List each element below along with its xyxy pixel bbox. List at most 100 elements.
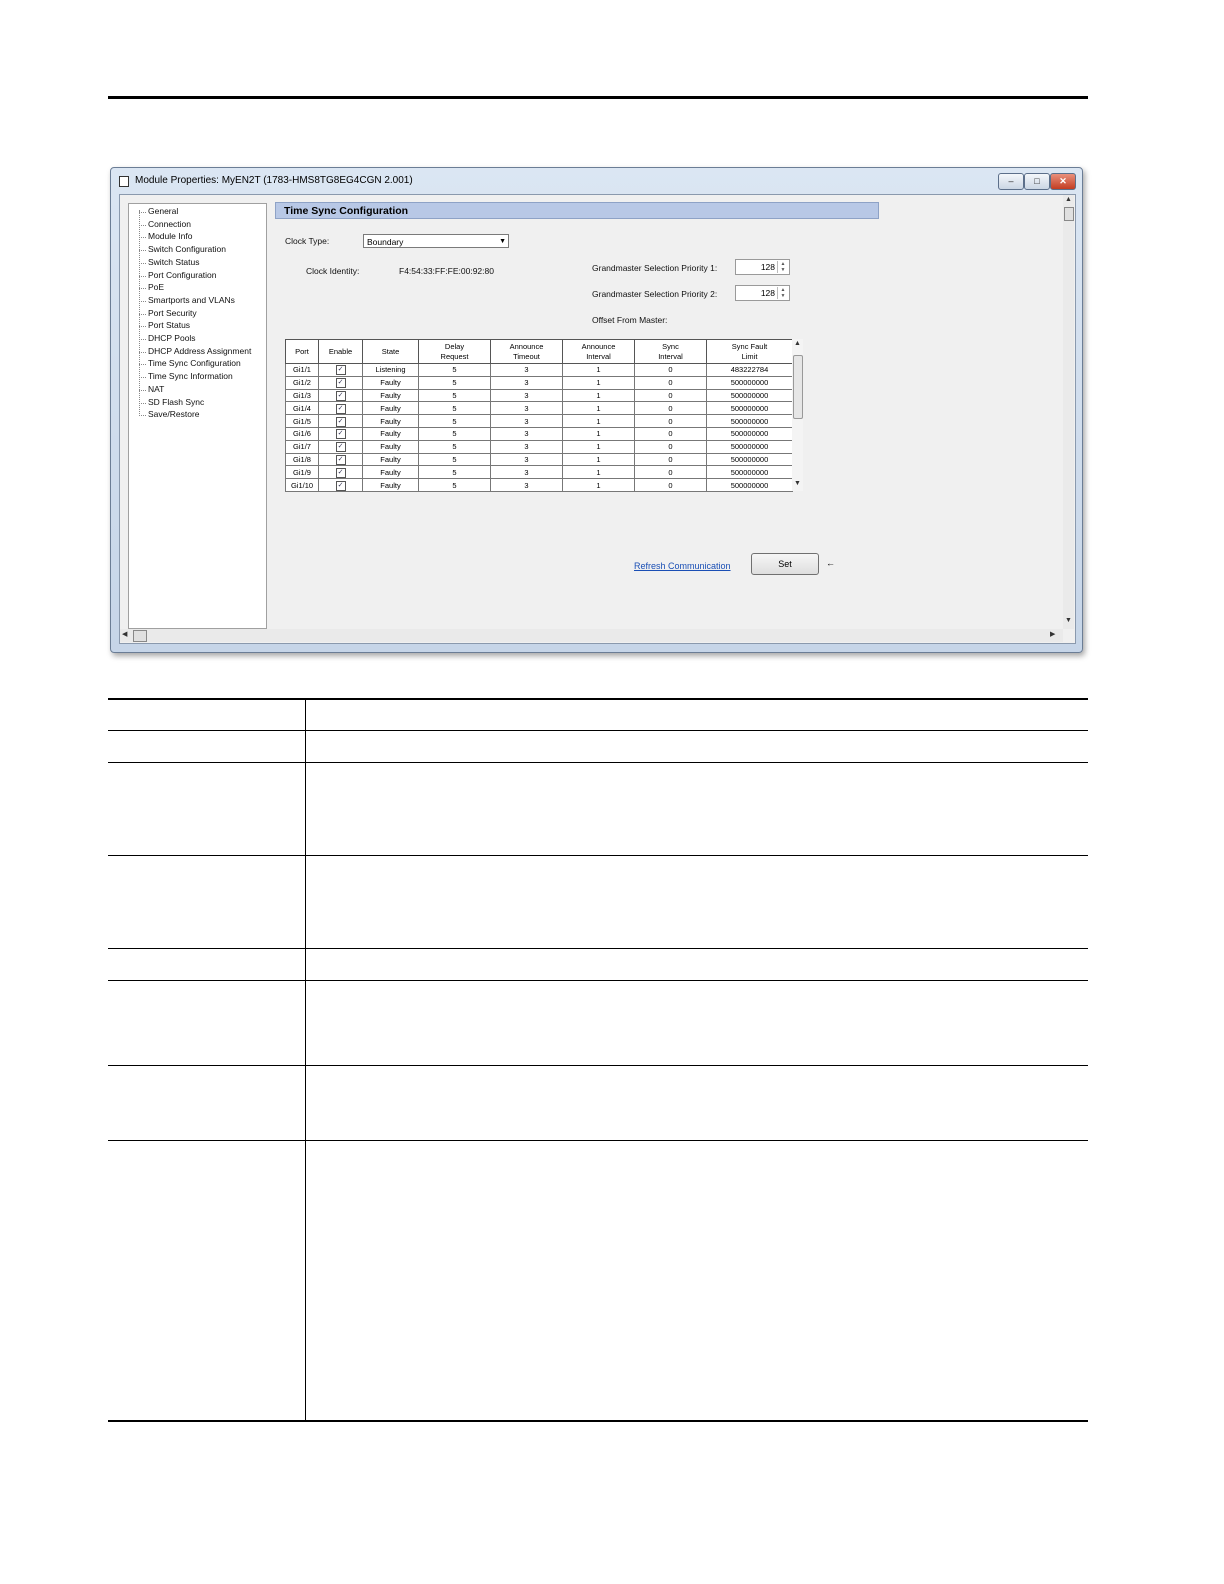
table-cell[interactable]: 5 [418, 478, 491, 492]
table-cell[interactable]: 5 [418, 363, 491, 377]
panel-vertical-scrollbar[interactable]: ▲ ▼ [1063, 195, 1074, 629]
table-cell[interactable]: 0 [634, 478, 707, 492]
table-row[interactable]: Gi1/5 ✓ Faulty 5 3 1 0 500000000 [285, 414, 793, 428]
table-cell[interactable]: Faulty [362, 401, 419, 416]
table-cell[interactable]: Gi1/2 [285, 375, 319, 390]
column-header[interactable]: Enable [318, 339, 363, 364]
tree-item-time-sync-information[interactable]: Time Sync Information [148, 371, 233, 381]
table-cell[interactable]: 0 [634, 426, 707, 441]
enable-checkbox-cell[interactable]: ✓ [318, 401, 363, 416]
table-row[interactable]: Gi1/1 ✓ Listening 5 3 1 0 483222784 [285, 363, 793, 377]
table-cell[interactable]: 500000000 [706, 452, 793, 467]
table-cell[interactable]: 3 [490, 465, 563, 480]
column-header[interactable]: Sync Interval [634, 339, 707, 364]
panel-horizontal-scrollbar[interactable]: ◀ ▶ [120, 629, 1063, 642]
spin-down-icon[interactable]: ▼ [778, 267, 788, 273]
enable-checkbox-cell[interactable]: ✓ [318, 363, 363, 377]
enable-checkbox-cell[interactable]: ✓ [318, 414, 363, 428]
table-cell[interactable]: 3 [490, 452, 563, 467]
table-cell[interactable]: Gi1/10 [285, 478, 319, 492]
enable-checkbox[interactable]: ✓ [335, 429, 346, 440]
tree-item-port-configuration[interactable]: Port Configuration [148, 270, 217, 280]
table-cell[interactable]: 483222784 [706, 363, 793, 377]
title-bar[interactable]: Module Properties: MyEN2T (1783-HMS8TG8E… [111, 168, 1082, 194]
enable-checkbox[interactable]: ✓ [335, 403, 346, 414]
table-cell[interactable]: Gi1/6 [285, 426, 319, 441]
set-button[interactable]: Set [751, 553, 819, 575]
table-cell[interactable]: 1 [562, 478, 635, 492]
table-cell[interactable]: Faulty [362, 414, 419, 428]
table-row[interactable]: Gi1/2 ✓ Faulty 5 3 1 0 500000000 [285, 375, 793, 390]
enable-checkbox[interactable]: ✓ [335, 442, 346, 453]
tree-item-time-sync-configuration[interactable]: Time Sync Configuration [148, 358, 241, 368]
table-cell[interactable]: 5 [418, 375, 491, 390]
table-cell[interactable]: 500000000 [706, 388, 793, 403]
tree-item-general[interactable]: General [148, 206, 178, 216]
column-header[interactable]: Sync Fault Limit [706, 339, 793, 364]
table-cell[interactable]: Gi1/9 [285, 465, 319, 480]
enable-checkbox-cell[interactable]: ✓ [318, 465, 363, 480]
scroll-up-icon[interactable]: ▲ [794, 340, 801, 347]
enable-checkbox[interactable]: ✓ [335, 365, 346, 376]
scroll-left-icon[interactable]: ◀ [122, 630, 127, 638]
table-cell[interactable]: Faulty [362, 426, 419, 441]
enable-checkbox-cell[interactable]: ✓ [318, 452, 363, 467]
table-cell[interactable]: 1 [562, 465, 635, 480]
table-cell[interactable]: 0 [634, 452, 707, 467]
enable-checkbox-cell[interactable]: ✓ [318, 375, 363, 390]
scroll-down-icon[interactable]: ▼ [1065, 617, 1072, 624]
panel-scroll-thumb[interactable] [1064, 207, 1074, 221]
table-cell[interactable]: Faulty [362, 465, 419, 480]
table-cell[interactable]: 500000000 [706, 465, 793, 480]
table-cell[interactable]: 1 [562, 375, 635, 390]
enable-checkbox-cell[interactable]: ✓ [318, 388, 363, 403]
column-header[interactable]: State [362, 339, 419, 364]
table-cell[interactable]: 0 [634, 401, 707, 416]
tree-item-switch-configuration[interactable]: Switch Configuration [148, 244, 226, 254]
table-cell[interactable]: 3 [490, 414, 563, 428]
minimize-button[interactable]: – [998, 173, 1024, 190]
table-cell[interactable]: 0 [634, 414, 707, 428]
tree-item-nat[interactable]: NAT [148, 384, 164, 394]
gm-priority1-stepper[interactable]: 128 ▲ ▼ [735, 259, 790, 275]
table-cell[interactable]: Gi1/4 [285, 401, 319, 416]
table-cell[interactable]: 5 [418, 426, 491, 441]
table-cell[interactable]: 3 [490, 439, 563, 454]
table-cell[interactable]: 500000000 [706, 375, 793, 390]
spin-down-icon[interactable]: ▼ [778, 293, 788, 299]
tree-item-connection[interactable]: Connection [148, 219, 191, 229]
table-row[interactable]: Gi1/6 ✓ Faulty 5 3 1 0 500000000 [285, 426, 793, 441]
table-cell[interactable]: 1 [562, 426, 635, 441]
table-cell[interactable]: 3 [490, 363, 563, 377]
enable-checkbox[interactable]: ✓ [335, 480, 346, 491]
clock-type-select[interactable]: Boundary ▼ [363, 234, 509, 248]
gm-priority2-stepper[interactable]: 128 ▲ ▼ [735, 285, 790, 301]
enable-checkbox[interactable]: ✓ [335, 378, 346, 389]
refresh-communication-link[interactable]: Refresh Communication [634, 561, 731, 571]
tree-item-switch-status[interactable]: Switch Status [148, 257, 200, 267]
table-row[interactable]: Gi1/3 ✓ Faulty 5 3 1 0 500000000 [285, 388, 793, 403]
table-cell[interactable]: 500000000 [706, 426, 793, 441]
tree-item-port-security[interactable]: Port Security [148, 308, 197, 318]
enable-checkbox-cell[interactable]: ✓ [318, 426, 363, 441]
table-cell[interactable]: 1 [562, 401, 635, 416]
table-cell[interactable]: Faulty [362, 375, 419, 390]
table-cell[interactable]: Faulty [362, 452, 419, 467]
table-row[interactable]: Gi1/7 ✓ Faulty 5 3 1 0 500000000 [285, 439, 793, 454]
table-cell[interactable]: Faulty [362, 439, 419, 454]
enable-checkbox[interactable]: ✓ [335, 467, 346, 478]
column-header[interactable]: Announce Interval [562, 339, 635, 364]
table-cell[interactable]: 1 [562, 388, 635, 403]
tree-item-smartports-and-vlans[interactable]: Smartports and VLANs [148, 295, 235, 305]
tree-item-dhcp-address-assignment[interactable]: DHCP Address Assignment [148, 346, 251, 356]
tree-item-sd-flash-sync[interactable]: SD Flash Sync [148, 397, 204, 407]
table-cell[interactable]: 500000000 [706, 439, 793, 454]
enable-checkbox[interactable]: ✓ [335, 391, 346, 401]
table-cell[interactable]: 1 [562, 439, 635, 454]
table-row[interactable]: Gi1/8 ✓ Faulty 5 3 1 0 500000000 [285, 452, 793, 467]
table-cell[interactable]: Faulty [362, 388, 419, 403]
table-cell[interactable]: 0 [634, 388, 707, 403]
table-cell[interactable]: 500000000 [706, 414, 793, 428]
maximize-button[interactable]: □ [1024, 173, 1050, 190]
enable-checkbox[interactable]: ✓ [335, 416, 346, 427]
